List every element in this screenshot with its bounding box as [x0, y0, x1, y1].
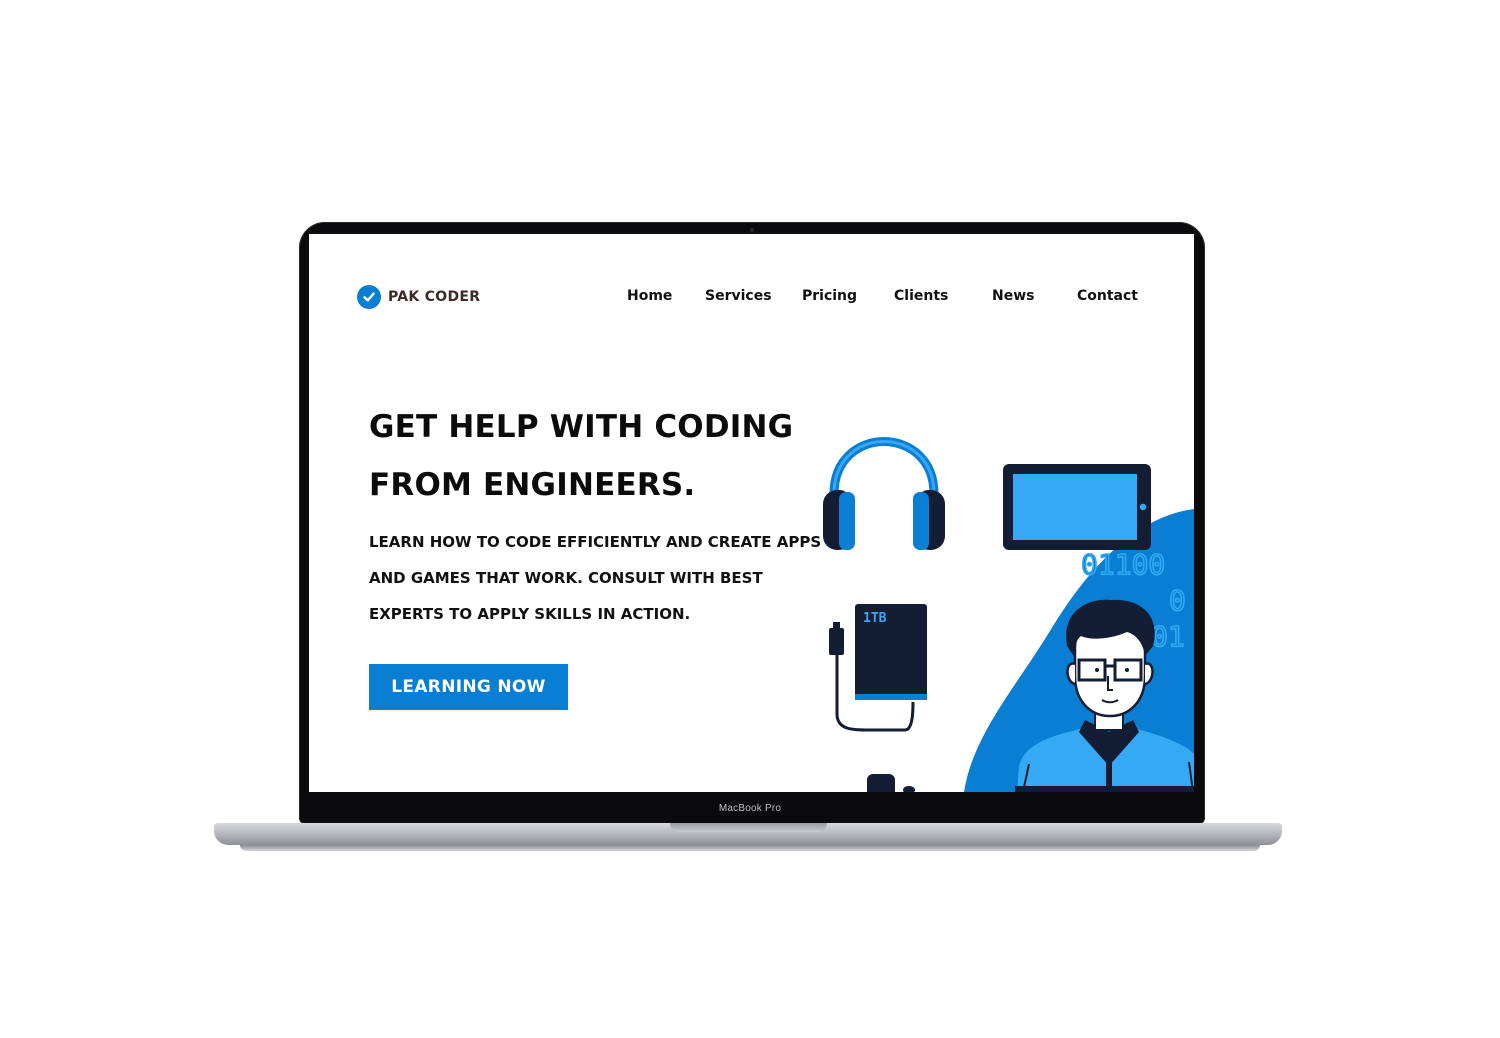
- hero-description: LEARN HOW TO CODE EFFICIENTLY AND CREATE…: [369, 533, 822, 623]
- binary-row-0: 01100: [1081, 548, 1165, 581]
- laptop-opening-notch: [670, 823, 827, 832]
- nav-contact[interactable]: Contact: [1077, 288, 1138, 304]
- mouse-icon: [867, 774, 895, 792]
- nav-news[interactable]: News: [992, 288, 1034, 304]
- hero-title: GET HELP WITH CODING FROM ENGINEERS.: [369, 409, 794, 503]
- binary-row-2: 01: [1151, 620, 1185, 653]
- laptop-screen: PAK CODER Home Services Pricing Clients …: [309, 234, 1194, 792]
- tablet-icon: [1003, 464, 1151, 550]
- hard-drive-icon: 1TB: [829, 604, 927, 732]
- nav-pricing[interactable]: Pricing: [802, 288, 857, 304]
- learning-now-button[interactable]: LEARNING NOW: [369, 664, 568, 710]
- drive-capacity-label: 1TB: [863, 611, 887, 626]
- binary-row-1: 0: [1169, 584, 1186, 617]
- coding-illustration: 01100 0 01 1TB: [823, 437, 1194, 792]
- device-label: MacBook Pro: [718, 803, 782, 814]
- nav-home[interactable]: Home: [627, 288, 672, 304]
- main-nav: Home Services Pricing Clients News Conta…: [309, 288, 1194, 308]
- headphones-icon: [823, 437, 945, 550]
- nav-clients[interactable]: Clients: [894, 288, 948, 304]
- laptop-base-shadow: [240, 845, 1260, 851]
- nav-services[interactable]: Services: [705, 288, 772, 304]
- camera-dot: [750, 228, 754, 232]
